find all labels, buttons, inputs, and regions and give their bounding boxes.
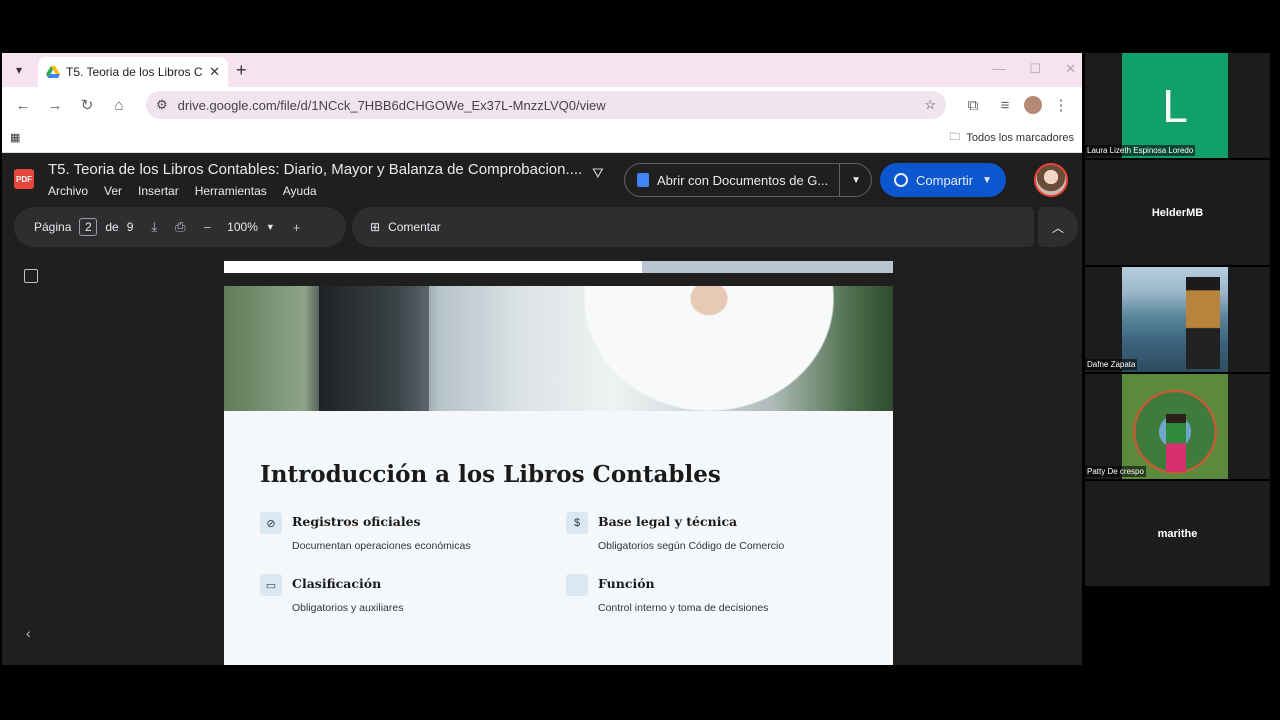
viewer-menu-bar: Archivo Ver Insertar Herramientas Ayuda bbox=[48, 184, 582, 198]
participant-name: marithe bbox=[1157, 527, 1198, 540]
menu-ayuda[interactable]: Ayuda bbox=[283, 184, 317, 198]
all-bookmarks-button[interactable]: 🗀 Todos los marcadores bbox=[949, 128, 1074, 147]
blank-icon bbox=[566, 574, 588, 596]
zoom-in-icon[interactable]: + bbox=[293, 220, 301, 235]
google-docs-icon bbox=[637, 173, 649, 187]
participant-name: Patty De crespo bbox=[1085, 466, 1146, 477]
add-to-drive-icon[interactable]: ⛛ bbox=[592, 165, 604, 182]
tab-title: T5. Teoria de los Libros Contabl bbox=[66, 65, 203, 79]
office-photo bbox=[224, 286, 893, 411]
share-button[interactable]: Compartir ▼ bbox=[880, 163, 1006, 197]
profile-avatar-icon[interactable] bbox=[1024, 96, 1042, 114]
open-with-button[interactable]: Abrir con Documentos de G... ▼ bbox=[624, 163, 872, 197]
feature-heading: Clasificación bbox=[292, 576, 382, 591]
url-text: drive.google.com/file/d/1NCck_7HBB6dCHGO… bbox=[177, 97, 606, 113]
new-tab-button[interactable]: + bbox=[236, 60, 247, 81]
stamp-icon: ⊘ bbox=[260, 512, 282, 534]
chevron-down-icon[interactable]: ▼ bbox=[851, 175, 861, 186]
browser-toolbar: ← → ↻ ⌂ ⚙ drive.google.com/file/d/1NCck_… bbox=[2, 87, 1082, 123]
participant-avatar: L bbox=[1122, 53, 1228, 158]
pdf-file-icon: PDF bbox=[14, 169, 34, 189]
document-dollar-icon: $ bbox=[566, 512, 588, 534]
folder-icon: ▭ bbox=[260, 574, 282, 596]
download-icon[interactable]: ⤓ bbox=[151, 219, 157, 235]
open-with-label: Abrir con Documentos de G... bbox=[657, 172, 829, 188]
share-label: Compartir bbox=[916, 172, 974, 188]
globe-icon bbox=[894, 173, 908, 187]
participant-tile: L Laura Lizeth Espinosa Loredo bbox=[1085, 53, 1270, 158]
folder-icon: 🗀 bbox=[949, 131, 961, 143]
address-bar[interactable]: ⚙ drive.google.com/file/d/1NCck_7HBB6dCH… bbox=[146, 91, 946, 119]
account-avatar[interactable] bbox=[1034, 163, 1068, 197]
bookmark-star-icon[interactable]: ☆ bbox=[924, 97, 936, 113]
extensions-icon[interactable]: ⧉ bbox=[960, 92, 986, 118]
screen: ▾ T5. Teoria de los Libros Contabl ✕ + —… bbox=[0, 0, 1280, 720]
chevron-left-icon[interactable]: ‹ bbox=[26, 625, 31, 641]
menu-ver[interactable]: Ver bbox=[104, 184, 122, 198]
slide-title: Introducción a los Libros Contables bbox=[260, 461, 721, 488]
menu-insertar[interactable]: Insertar bbox=[138, 184, 179, 198]
tab-search-button[interactable]: ▾ bbox=[8, 59, 30, 81]
comment-label: Comentar bbox=[388, 220, 441, 234]
media-controls-icon[interactable]: ≡ bbox=[992, 92, 1018, 118]
bookmarks-bar: ▦ 🗀 Todos los marcadores bbox=[2, 123, 1082, 153]
page-toolbar: Página 2 de 9 ⤓ ⎙ − 100% ▼ + bbox=[14, 207, 346, 247]
reload-icon[interactable]: ↻ bbox=[74, 92, 100, 118]
browser-window: ▾ T5. Teoria de los Libros Contabl ✕ + —… bbox=[2, 53, 1082, 665]
feature-description: Documentan operaciones económicas bbox=[292, 540, 471, 552]
page-label: Página bbox=[34, 220, 72, 234]
browser-tab-active[interactable]: T5. Teoria de los Libros Contabl ✕ bbox=[38, 57, 228, 87]
thumbnails-icon[interactable] bbox=[24, 269, 38, 283]
participant-tile: HelderMB bbox=[1085, 160, 1270, 265]
comment-button[interactable]: ⊞ Comentar bbox=[352, 207, 1034, 247]
browser-menu-icon[interactable]: ⋮ bbox=[1048, 92, 1074, 118]
participant-name: Dafne Zapata bbox=[1085, 359, 1138, 370]
feature-description: Obligatorios según Código de Comercio bbox=[598, 540, 785, 552]
zoom-dropdown-icon[interactable]: ▼ bbox=[266, 222, 275, 232]
close-window-icon[interactable]: ✕ bbox=[1065, 61, 1076, 77]
document-title[interactable]: T5. Teoria de los Libros Contables: Diar… bbox=[48, 161, 582, 178]
participant-tile: Patty De crespo bbox=[1085, 374, 1270, 479]
feature-heading: Registros oficiales bbox=[292, 514, 421, 529]
feature-description: Obligatorios y auxiliares bbox=[292, 602, 404, 614]
participant-tile: Dafne Zapata bbox=[1085, 267, 1270, 372]
previous-page-bottom bbox=[224, 261, 893, 273]
chevron-up-icon: ︿ bbox=[1051, 220, 1064, 235]
google-drive-icon bbox=[46, 66, 60, 78]
home-icon[interactable]: ⌂ bbox=[106, 92, 132, 118]
participant-name: HelderMB bbox=[1151, 206, 1204, 219]
collapse-toolbar-button[interactable]: ︿ bbox=[1038, 207, 1078, 247]
zoom-out-icon[interactable]: − bbox=[204, 220, 212, 235]
page-of-label: de bbox=[105, 220, 119, 234]
back-arrow-icon[interactable]: ← bbox=[10, 92, 36, 118]
apps-grid-icon[interactable]: ▦ bbox=[10, 131, 20, 144]
feature-heading: Función bbox=[598, 576, 655, 591]
viewer-header: PDF T5. Teoria de los Libros Contables: … bbox=[2, 153, 1082, 207]
drive-pdf-viewer: PDF T5. Teoria de los Libros Contables: … bbox=[2, 153, 1082, 665]
page-number-input[interactable]: 2 bbox=[79, 218, 98, 236]
participant-video bbox=[1122, 374, 1228, 479]
participant-video bbox=[1122, 267, 1228, 372]
add-comment-icon: ⊞ bbox=[370, 220, 381, 234]
minimize-icon[interactable]: — bbox=[992, 61, 1005, 77]
tab-close-icon[interactable]: ✕ bbox=[209, 64, 220, 80]
tab-strip: ▾ T5. Teoria de los Libros Contabl ✕ + —… bbox=[2, 53, 1082, 87]
feature-description: Control interno y toma de decisiones bbox=[598, 602, 769, 614]
forward-arrow-icon[interactable]: → bbox=[42, 92, 68, 118]
maximize-icon[interactable]: ☐ bbox=[1029, 61, 1041, 77]
zoom-level[interactable]: 100% bbox=[227, 220, 258, 234]
participant-tile: marithe bbox=[1085, 481, 1270, 586]
feature-heading: Base legal y técnica bbox=[598, 514, 738, 529]
menu-archivo[interactable]: Archivo bbox=[48, 184, 88, 198]
page-total: 9 bbox=[126, 220, 134, 234]
pdf-page: Introducción a los Libros Contables ⊘ Re… bbox=[224, 286, 893, 665]
window-controls: — ☐ ✕ bbox=[992, 61, 1076, 77]
all-bookmarks-label: Todos los marcadores bbox=[966, 131, 1074, 144]
print-icon[interactable]: ⎙ bbox=[175, 219, 185, 235]
menu-herramientas[interactable]: Herramientas bbox=[195, 184, 267, 198]
chevron-down-icon[interactable]: ▼ bbox=[982, 175, 992, 186]
site-info-icon[interactable]: ⚙ bbox=[156, 97, 168, 113]
participant-name: Laura Lizeth Espinosa Loredo bbox=[1085, 145, 1196, 156]
